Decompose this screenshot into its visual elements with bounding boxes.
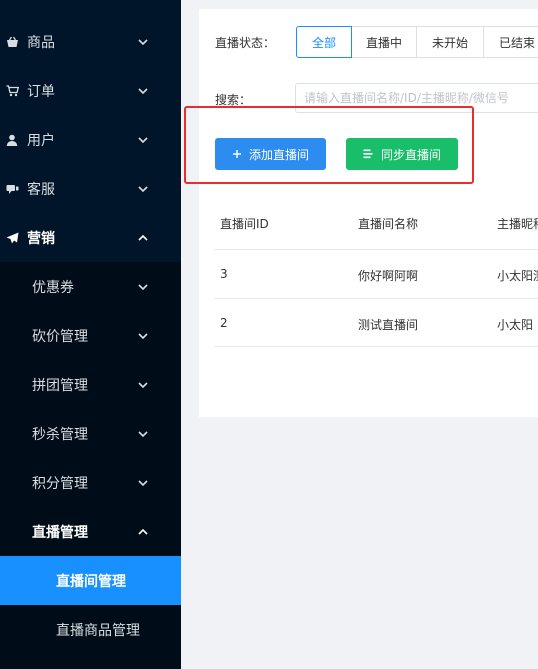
sidebar-item-group-buy[interactable]: 拼团管理: [0, 360, 181, 409]
plus-icon: [232, 149, 242, 159]
sidebar-item-label: 优惠券: [32, 279, 74, 296]
add-live-room-label: 添加直播间: [248, 147, 309, 162]
sidebar-item-live[interactable]: 直播管理: [0, 507, 181, 556]
content-card: [199, 9, 538, 417]
chevron-down-icon: [138, 479, 148, 486]
chevron-down-icon: [138, 185, 148, 192]
chevron-down-icon: [138, 332, 148, 339]
bag-icon: [5, 35, 19, 49]
sidebar: 商品 订单 用户 客服 营销 优惠券 砍价管理 拼团管理 秒杀管理 积分管理 直…: [0, 0, 181, 669]
user-icon: [5, 133, 19, 147]
chevron-down-icon: [138, 136, 148, 143]
sidebar-item-label: 营销: [27, 230, 55, 247]
sidebar-item-label: 拼团管理: [32, 377, 88, 394]
cart-icon: [5, 84, 19, 98]
sidebar-item-label: 商品: [27, 34, 55, 51]
status-filter-label: 直播状态：: [215, 36, 276, 50]
status-radio-group: 全部 直播中 未开始 已结束: [296, 26, 538, 58]
send-icon: [5, 231, 19, 245]
chat-icon: [5, 182, 19, 196]
sidebar-item-label: 积分管理: [32, 475, 88, 492]
sidebar-item-orders[interactable]: 订单: [0, 66, 181, 115]
sidebar-item-points[interactable]: 积分管理: [0, 458, 181, 507]
sidebar-item-flash-sale[interactable]: 秒杀管理: [0, 409, 181, 458]
chevron-down-icon: [138, 430, 148, 437]
table-cell-id: 2: [220, 316, 228, 330]
table-header-id: 直播间ID: [220, 217, 269, 231]
sidebar-item-label: 用户: [27, 132, 55, 149]
sidebar-item-label: 秒杀管理: [32, 426, 88, 443]
sidebar-item-label: 直播间管理: [56, 573, 126, 590]
sidebar-item-label: 订单: [27, 83, 55, 100]
sidebar-item-label: 直播商品管理: [56, 622, 140, 639]
sync-live-room-button[interactable]: 同步直播间: [346, 138, 458, 170]
table-header-name: 直播间名称: [358, 217, 419, 231]
sidebar-item-label: 客服: [27, 181, 55, 198]
sidebar-item-bargain[interactable]: 砍价管理: [0, 311, 181, 360]
chevron-down-icon: [138, 87, 148, 94]
status-option-ended[interactable]: 已结束: [483, 26, 538, 58]
status-option-all[interactable]: 全部: [296, 26, 352, 58]
table-cell-id: 3: [220, 267, 228, 281]
chevron-down-icon: [138, 381, 148, 388]
table-cell-anchor: 小太阳: [497, 318, 534, 332]
table-header-anchor: 主播昵称: [497, 217, 538, 231]
chevron-down-icon: [138, 283, 148, 290]
chevron-up-icon: [138, 528, 148, 535]
chevron-up-icon: [138, 234, 148, 241]
table-cell-name: 测试直播间: [358, 318, 419, 332]
sidebar-item-coupon[interactable]: 优惠券: [0, 262, 181, 311]
status-option-upcoming[interactable]: 未开始: [416, 26, 484, 58]
add-live-room-button[interactable]: 添加直播间: [215, 138, 326, 170]
table-cell-name: 你好啊阿啊: [358, 269, 419, 283]
chevron-down-icon: [138, 38, 148, 45]
sidebar-item-marketing[interactable]: 营销: [0, 213, 181, 262]
table-divider: [214, 249, 538, 250]
sidebar-item-label: 直播管理: [32, 524, 88, 541]
table-divider: [214, 298, 538, 299]
sync-list-icon: [363, 149, 374, 159]
sidebar-item-users[interactable]: 用户: [0, 115, 181, 164]
sync-live-room-label: 同步直播间: [380, 147, 441, 162]
sidebar-item-label: 砍价管理: [32, 328, 88, 345]
sidebar-item-goods[interactable]: 商品: [0, 17, 181, 66]
table-divider: [214, 346, 538, 347]
status-option-live[interactable]: 直播中: [351, 26, 417, 58]
sidebar-item-service[interactable]: 客服: [0, 164, 181, 213]
table-cell-anchor: 小太阳测: [497, 269, 538, 283]
sidebar-item-live-goods[interactable]: 直播商品管理: [0, 605, 181, 654]
sidebar-item-live-rooms[interactable]: 直播间管理: [0, 556, 181, 605]
